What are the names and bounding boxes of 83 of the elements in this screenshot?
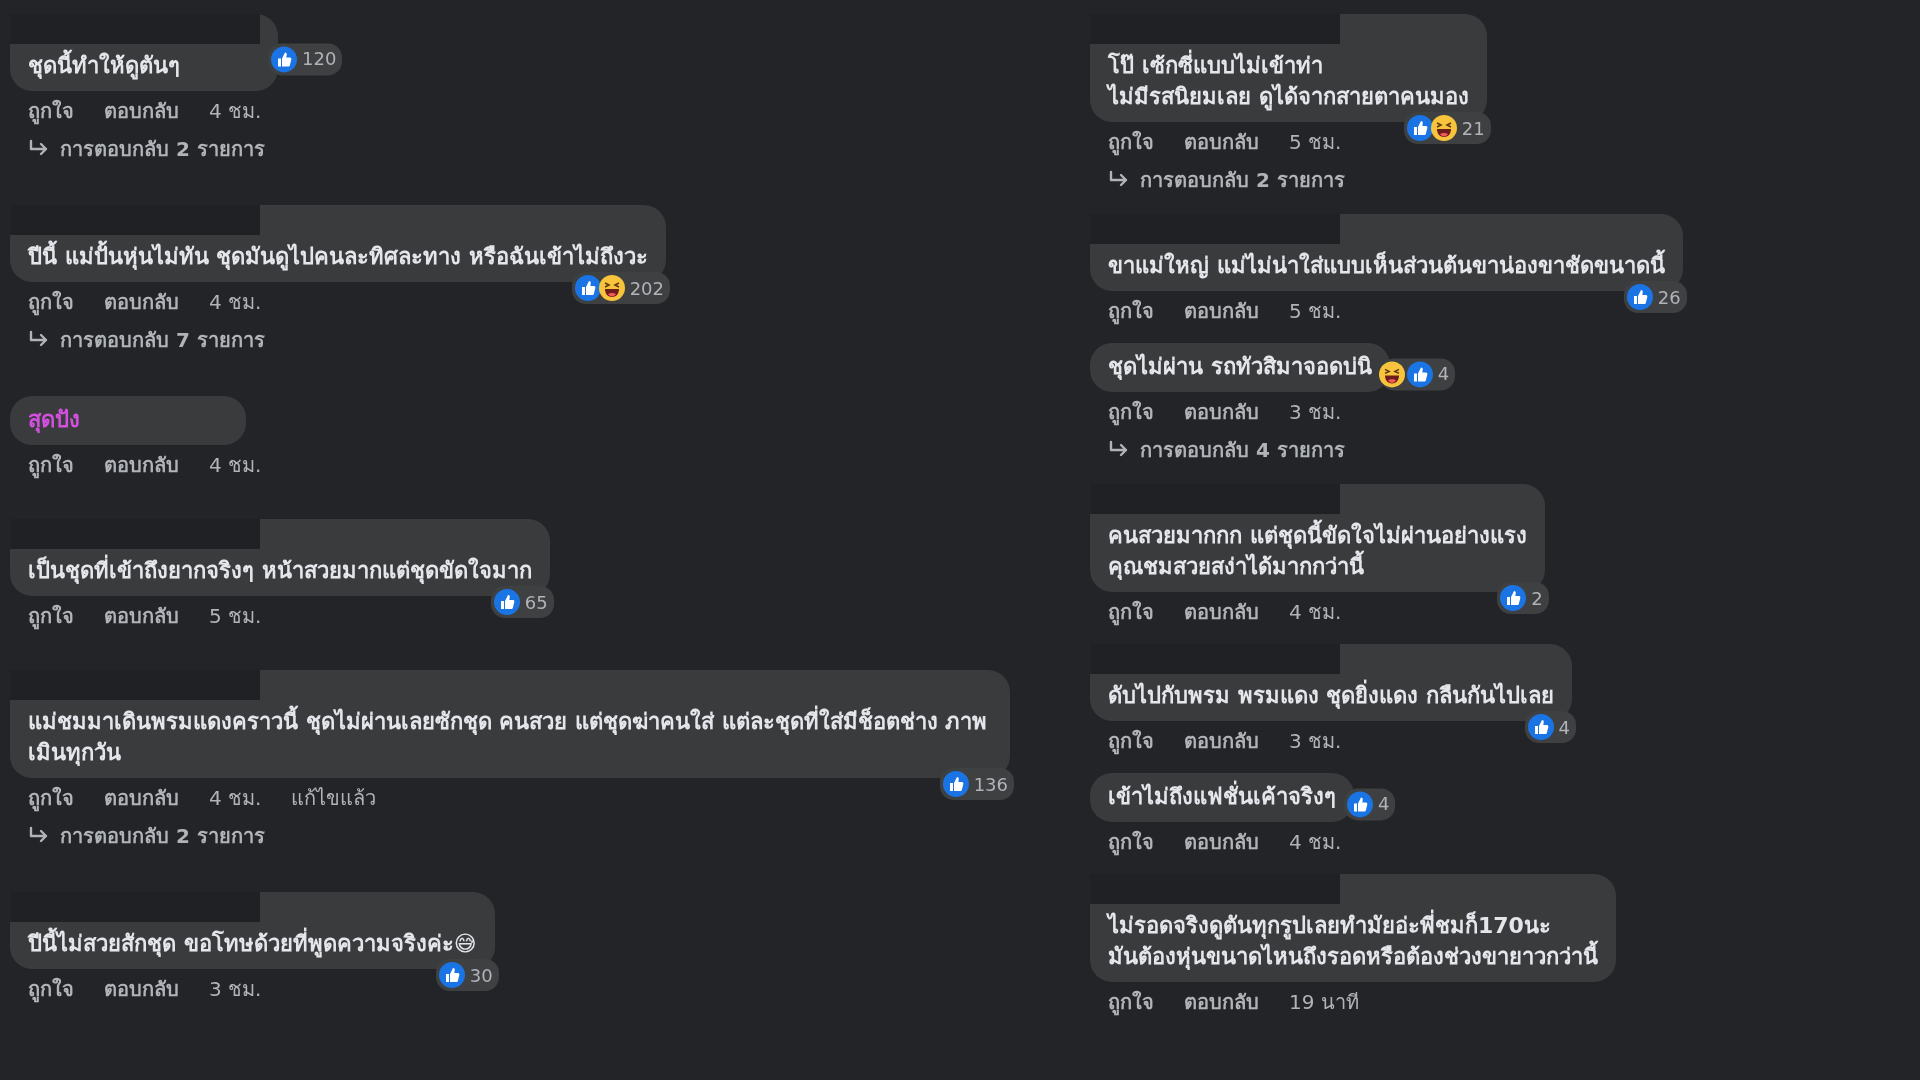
thumbs-up-icon [1405, 359, 1434, 388]
edited-label: แก้ไขแล้ว [291, 785, 377, 812]
thumbs-up-icon [1625, 283, 1654, 311]
comment-text: ดับไปกับพรม พรมแดง ชุดยิ่งแดง กลืนกันไปเลย [1108, 680, 1554, 711]
comment-text: คนสวยมากกก แต่ชุดนี้ขัดใจไม่ผ่านอย่างแรง คุณชมสวยสง่าได้มากกว่านี้ [1108, 520, 1527, 582]
comment-time: 5 ชม. [209, 603, 262, 630]
like-link[interactable]: ถูกใจ [1108, 727, 1154, 755]
reaction-count[interactable]: 26 [1623, 281, 1687, 313]
like-link[interactable]: ถูกใจ [28, 288, 74, 316]
comment-text: ไม่รอดจริงดูตันทุกรูปเลยทำมัยอ่ะพี่ชมก็170นะ มันต้องหุ่นขนาดไหนถึงรอดหรือต้องช่วงขายาวกว่านี้ [1108, 910, 1598, 972]
thumbs-up-icon [573, 274, 602, 302]
comment-time: 3 ชม. [1289, 728, 1342, 755]
comment-text: แม่ชมมาเดินพรมแดงคราวนี้ ชุดไม่ผ่านเลยซักชุด คนสวย แต่ชุดฆ่าคนใส่ แต่ละชุดที่ใส่มีช็อตช่าง ภาพเมินทุกวัน [28, 706, 992, 768]
thumbs-up-icon [270, 44, 298, 73]
comment-text: ปีนี้ แม่ปั้นหุ่นไม่ทัน ชุดมันดูไปคนละทิศละทาง หรือฉันเข้าไม่ถึงวะ [28, 241, 648, 272]
reply-link[interactable]: ตอบกลับ [104, 975, 179, 1003]
comment-time: 4 ชม. [209, 289, 262, 316]
reaction-count[interactable]: 4 [1379, 357, 1456, 390]
thumbs-up-icon [941, 770, 970, 798]
comment-time: 4 ชม. [1289, 829, 1342, 856]
comment-time: 4 ชม. [209, 452, 262, 479]
reply-link[interactable]: ตอบกลับ [1184, 598, 1259, 626]
reaction-count[interactable]: 136 [939, 768, 1014, 800]
like-link[interactable]: ถูกใจ [1108, 988, 1154, 1016]
comment-text: ขาแม่ใหญ่ แม่ไม่น่าใส่แบบเห็นส่วนต้นขาน่องขาชัดขนาดนี้ [1108, 250, 1665, 281]
like-link[interactable]: ถูกใจ [1108, 828, 1154, 856]
comment-text: ชุดไม่ผ่าน รถทัวสิมาจอดบ่นิ [1108, 352, 1372, 382]
comment-time: 5 ชม. [1289, 129, 1342, 156]
comment-time: 3 ชม. [209, 976, 262, 1003]
view-replies-link[interactable]: การตอบกลับ 2 รายการ [1090, 156, 1345, 196]
like-link[interactable]: ถูกใจ [1108, 128, 1154, 156]
reply-link[interactable]: ตอบกลับ [104, 451, 179, 479]
reaction-count[interactable]: 30 [435, 959, 499, 991]
comment-text: ชุดนี้ทำให้ดูตันๆ [28, 50, 260, 81]
thumbs-up-icon [1526, 713, 1555, 741]
like-link[interactable]: ถูกใจ [28, 97, 74, 125]
thumbs-up-icon [1405, 114, 1434, 142]
comment-time: 5 ชม. [1289, 298, 1342, 325]
reply-link[interactable]: ตอบกลับ [104, 602, 179, 630]
laughing-emoji-icon [1429, 114, 1458, 142]
like-link[interactable]: ถูกใจ [1108, 297, 1154, 325]
like-link[interactable]: ถูกใจ [1108, 598, 1154, 626]
reaction-count[interactable]: 21 [1403, 112, 1491, 144]
laughing-emoji-icon [597, 274, 626, 302]
reply-link[interactable]: ตอบกลับ [1184, 727, 1259, 755]
reaction-count[interactable]: 2 [1497, 582, 1549, 614]
comment-time: 4 ชม. [209, 785, 262, 812]
reply-link[interactable]: ตอบกลับ [104, 97, 179, 125]
reply-link[interactable]: ตอบกลับ [1184, 398, 1259, 426]
like-link[interactable]: ถูกใจ [28, 451, 74, 479]
comment-text: โป๊ เซ้กซี่แบบไม่เข้าท่า ไม่มีรสนิยมเลย ดูได้จากสายตาคนมอง [1108, 50, 1469, 112]
laughing-emoji-icon [1377, 359, 1406, 388]
view-replies-link[interactable]: การตอบกลับ 2 รายการ [10, 125, 265, 165]
reaction-count[interactable]: 202 [571, 272, 670, 304]
reply-link[interactable]: ตอบกลับ [104, 288, 179, 316]
reaction-count[interactable]: 65 [490, 586, 554, 618]
like-link[interactable]: ถูกใจ [1108, 398, 1154, 426]
reaction-count[interactable]: 4 [1344, 787, 1396, 820]
reply-link[interactable]: ตอบกลับ [1184, 828, 1259, 856]
view-replies-link[interactable]: การตอบกลับ 7 รายการ [10, 316, 265, 356]
comment-text: เข้าไม่ถึงแฟชั่นเค้าจริงๆ [1108, 781, 1336, 812]
reply-link[interactable]: ตอบกลับ [104, 784, 179, 812]
comment-text: ปีนี้ไม่สวยสักชุด ขอโทษด้วยที่พูดความจริงค่ะ😅 [28, 928, 477, 959]
comment-time: 4 ชม. [209, 98, 262, 125]
view-replies-link[interactable]: การตอบกลับ 2 รายการ [10, 812, 265, 852]
reaction-count[interactable]: 120 [268, 42, 343, 75]
like-link[interactable]: ถูกใจ [28, 602, 74, 630]
thumbs-up-icon [1499, 584, 1528, 612]
thumbs-up-icon [437, 961, 466, 989]
comment-time: 4 ชม. [1289, 599, 1342, 626]
thumbs-up-icon [492, 588, 521, 616]
reply-link[interactable]: ตอบกลับ [1184, 297, 1259, 325]
like-link[interactable]: ถูกใจ [28, 784, 74, 812]
comment-time: 19 นาที [1289, 989, 1359, 1016]
thumbs-up-icon [1346, 789, 1374, 818]
reaction-count[interactable]: 4 [1524, 711, 1576, 743]
reply-link[interactable]: ตอบกลับ [1184, 128, 1259, 156]
like-link[interactable]: ถูกใจ [28, 975, 74, 1003]
reply-link[interactable]: ตอบกลับ [1184, 988, 1259, 1016]
comment-time: 3 ชม. [1289, 399, 1342, 426]
view-replies-link[interactable]: การตอบกลับ 4 รายการ [1090, 426, 1345, 466]
comment-text: สุดปัง [28, 406, 81, 435]
comment-text: เป็นชุดที่เข้าถึงยากจริงๆ หน้าสวยมากแต่ชุดขัดใจมาก [28, 555, 532, 586]
